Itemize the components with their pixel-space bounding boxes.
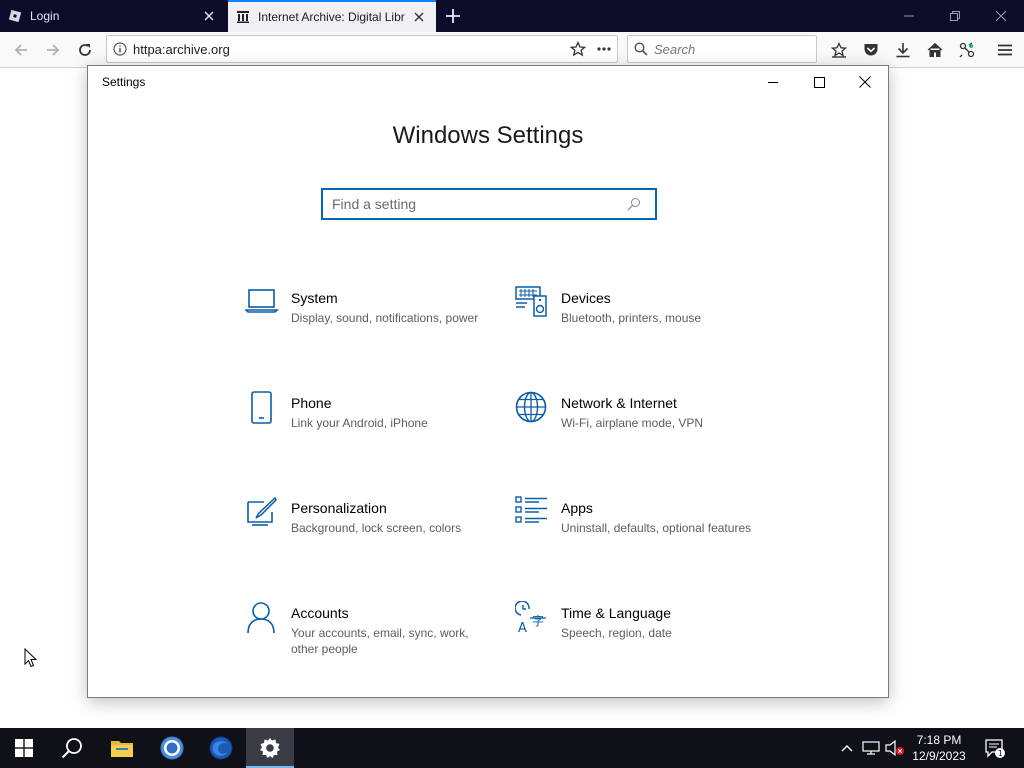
time-language-icon: A字 — [511, 601, 561, 641]
category-name: Devices — [561, 290, 611, 306]
mouse-cursor-icon — [24, 647, 38, 673]
browser-close-button[interactable] — [978, 0, 1024, 32]
find-setting-box[interactable] — [321, 188, 657, 220]
category-description: Display, sound, notifications, power — [291, 311, 479, 325]
svg-text:A: A — [518, 621, 527, 635]
forward-button[interactable] — [41, 38, 65, 62]
category-apps[interactable]: Apps Uninstall, defaults, optional featu… — [511, 496, 761, 566]
category-name: System — [291, 290, 338, 306]
category-name: Time & Language — [561, 605, 671, 621]
browser-search-input[interactable] — [654, 41, 804, 57]
taskbar-search-button[interactable] — [48, 728, 96, 768]
taskbar-clock[interactable]: 7:18 PM 12/9/2023 — [904, 732, 974, 764]
tab-internet-archive[interactable]: Internet Archive: Digital Libr — [228, 0, 436, 32]
back-button[interactable] — [9, 38, 33, 62]
network-icon[interactable] — [860, 728, 882, 768]
download-icon[interactable] — [891, 38, 915, 62]
clock-date: 12/9/2023 — [912, 749, 966, 763]
chrome-icon[interactable] — [148, 728, 196, 768]
category-network-internet[interactable]: Network & Internet Wi-Fi, airplane mode,… — [511, 391, 761, 461]
tab-title: Login — [30, 9, 60, 23]
category-name: Phone — [291, 395, 332, 411]
browser-minimize-button[interactable] — [886, 0, 932, 32]
hamburger-menu-icon[interactable] — [993, 38, 1017, 62]
category-name: Network & Internet — [561, 395, 677, 411]
taskbar: 7:18 PM 12/9/2023 1 — [0, 728, 1024, 768]
browser-search-bar[interactable] — [627, 35, 817, 63]
category-personalization[interactable]: Personalization Background, lock screen,… — [241, 496, 491, 566]
page-title: Windows Settings — [392, 122, 584, 149]
action-center-icon[interactable]: 1 — [980, 728, 1010, 768]
firefox-icon[interactable] — [197, 728, 245, 768]
apps-list-icon — [511, 496, 561, 536]
settings-minimize-button[interactable] — [750, 66, 796, 98]
category-description: Speech, region, date — [561, 626, 672, 640]
search-icon — [628, 42, 654, 56]
extension-icon[interactable] — [955, 38, 979, 62]
bookmark-star-icon[interactable] — [565, 36, 591, 62]
settings-taskbar-icon[interactable] — [246, 728, 294, 768]
reload-button[interactable] — [73, 38, 97, 62]
info-icon[interactable] — [107, 42, 133, 56]
category-name: Accounts — [291, 605, 349, 621]
notification-count: 1 — [998, 749, 1003, 758]
category-description: Link your Android, iPhone — [291, 416, 428, 430]
phone-icon — [241, 391, 291, 431]
find-setting-input[interactable] — [323, 196, 619, 212]
archive-icon — [236, 10, 250, 24]
settings-window: Settings Windows Settings System Display… — [87, 65, 889, 698]
category-description: Background, lock screen, colors — [291, 521, 462, 535]
category-name: Personalization — [291, 500, 387, 516]
bookmarks-menu-icon[interactable] — [827, 38, 851, 62]
search-icon — [619, 197, 649, 211]
category-description: Wi-Fi, airplane mode, VPN — [561, 416, 704, 430]
category-phone[interactable]: Phone Link your Android, iPhone — [241, 391, 491, 461]
start-button[interactable] — [0, 728, 48, 768]
tab-login[interactable]: Login — [0, 0, 226, 32]
new-tab-button[interactable] — [442, 6, 464, 26]
category-accounts[interactable]: Accounts Your accounts, email, sync, wor… — [241, 601, 491, 671]
category-time-language[interactable]: A字 Time & Language Speech, region, date — [511, 601, 761, 671]
url-text[interactable]: httpa:archive.org — [133, 42, 565, 57]
svg-text:字: 字 — [532, 613, 544, 628]
file-explorer-icon[interactable] — [98, 728, 146, 768]
browser-tab-bar: Login Internet Archive: Digital Libr — [0, 0, 1024, 32]
category-devices[interactable]: Devices Bluetooth, printers, mouse — [511, 286, 761, 356]
page-actions-icon[interactable] — [591, 36, 617, 62]
pocket-icon[interactable] — [859, 38, 883, 62]
paint-icon — [241, 496, 291, 536]
tab-title: Internet Archive: Digital Libr — [258, 10, 405, 24]
clock-time: 7:18 PM — [916, 733, 962, 747]
category-description: Bluetooth, printers, mouse — [561, 311, 702, 325]
close-tab-icon[interactable] — [200, 7, 218, 25]
laptop-icon — [241, 286, 291, 326]
person-icon — [241, 601, 291, 641]
devices-icon — [511, 286, 561, 326]
globe-icon — [511, 391, 561, 431]
category-description: Uninstall, defaults, optional features — [561, 521, 752, 535]
close-tab-icon[interactable] — [410, 8, 428, 26]
url-bar[interactable]: httpa:archive.org — [106, 35, 618, 63]
settings-close-button[interactable] — [842, 66, 888, 98]
category-description: Your accounts, email, sync, work, other … — [291, 626, 469, 656]
settings-maximize-button[interactable] — [796, 66, 842, 98]
category-system[interactable]: System Display, sound, notifications, po… — [241, 286, 491, 356]
browser-restore-button[interactable] — [932, 0, 978, 32]
roblox-icon — [8, 9, 22, 23]
window-title: Settings — [102, 75, 146, 89]
category-name: Apps — [561, 500, 593, 516]
show-hidden-icons-chevron-icon[interactable] — [836, 728, 858, 768]
home-icon[interactable] — [923, 38, 947, 62]
volume-muted-icon[interactable] — [884, 728, 906, 768]
